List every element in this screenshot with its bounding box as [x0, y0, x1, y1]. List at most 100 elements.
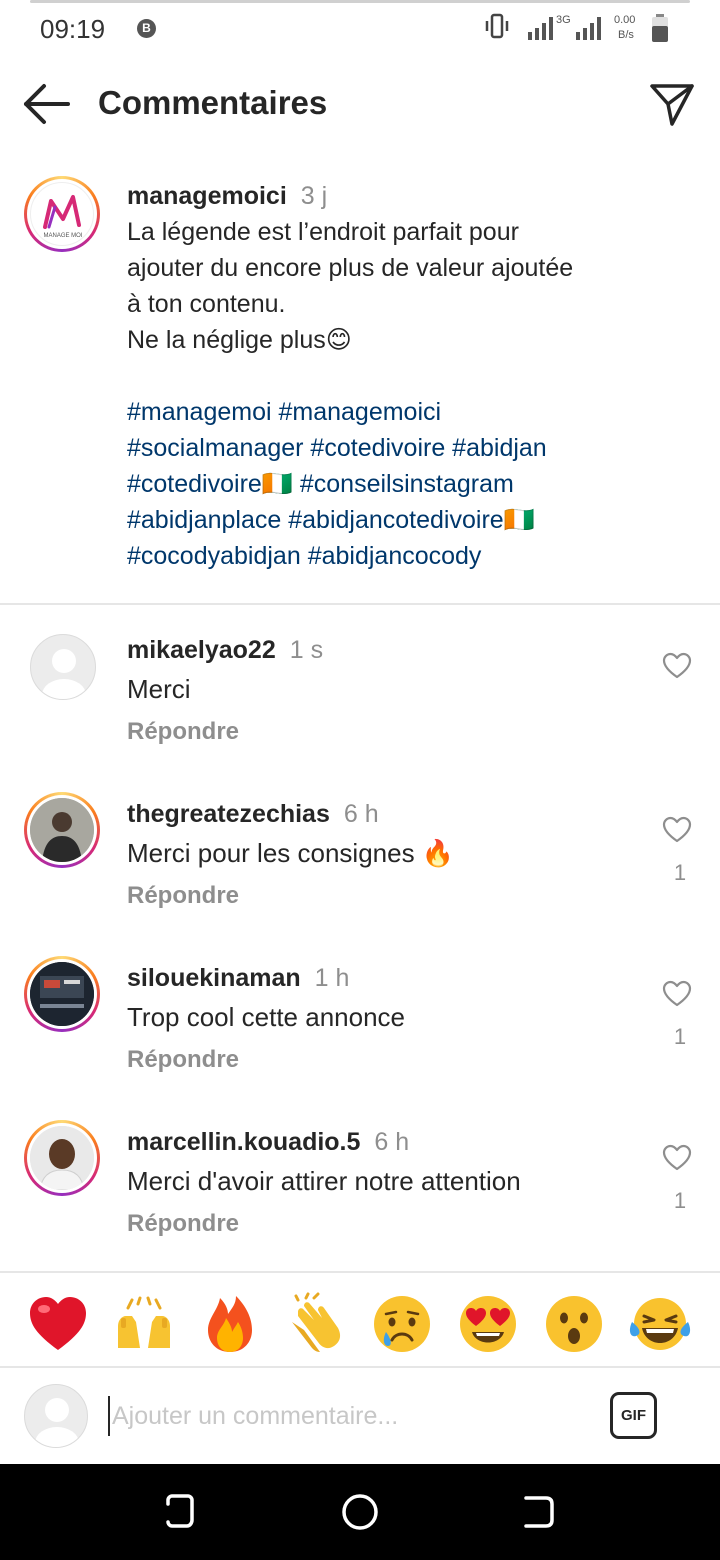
profile-photo-icon	[30, 1126, 94, 1190]
header: Commentaires	[0, 62, 720, 148]
emoji-raising-hands-button[interactable]	[112, 1292, 176, 1356]
fire-icon	[208, 1296, 252, 1352]
comment-text: Merci pour les consignes 🔥	[127, 838, 455, 868]
comment-item: mikaelyao22 1 s Merci Répondre	[0, 634, 720, 798]
comment-time: 6 h	[374, 1128, 410, 1156]
caption-time: 3 j	[300, 182, 328, 210]
comment-text: Trop cool cette annonce	[127, 1002, 405, 1032]
profile-photo-icon	[30, 962, 94, 1026]
reply-button[interactable]: Répondre	[127, 718, 239, 746]
sad-face-icon	[374, 1296, 430, 1352]
caption-divider	[0, 603, 720, 605]
emoji-heart-eyes-button[interactable]	[456, 1292, 520, 1356]
default-user-icon	[35, 1398, 79, 1447]
comment-time: 1 h	[314, 964, 350, 992]
hashtag-line[interactable]: #abidjanplace #abidjancotedivoire🇨🇮	[127, 502, 687, 538]
comment-item: silouekinaman 1 h Trop cool cette annonce…	[0, 956, 720, 1126]
reply-button[interactable]: Répondre	[127, 1210, 239, 1238]
avatar	[30, 1126, 94, 1190]
gif-button[interactable]: GIF	[610, 1392, 657, 1439]
comment-avatar[interactable]	[24, 792, 100, 868]
like-count: 1	[673, 1024, 687, 1049]
comment-composer: GIF	[0, 1370, 720, 1464]
avatar: MANAGE MOI	[30, 182, 94, 246]
raising-hands-icon	[118, 1296, 170, 1348]
heart-outline-icon	[662, 816, 692, 843]
status-icons: 3G 0.00 B/s	[484, 12, 684, 48]
avatar[interactable]	[30, 634, 96, 700]
caption-username[interactable]: managemoici	[127, 182, 287, 210]
nav-recents-button[interactable]	[160, 1492, 200, 1532]
vibrate-icon	[485, 13, 509, 39]
like-button[interactable]	[662, 816, 692, 844]
current-user-avatar	[24, 1384, 88, 1448]
hashtag-line[interactable]: #socialmanager #cotedivoire #abidjan	[127, 430, 687, 466]
comment-username[interactable]: marcellin.kouadio.5	[127, 1128, 360, 1156]
system-nav-bar	[0, 1464, 720, 1560]
surprised-face-icon	[546, 1296, 602, 1352]
hashtag-line[interactable]: #cocodyabidjan #abidjancocody	[127, 538, 687, 574]
comment-username[interactable]: mikaelyao22	[127, 636, 276, 664]
comment-time: 1 s	[289, 636, 324, 664]
home-circle-icon	[342, 1494, 378, 1530]
comment-avatar[interactable]	[24, 956, 100, 1032]
caption-line: Ne la néglige plus😊	[127, 326, 352, 354]
network-type: 3G	[556, 14, 571, 26]
hashtag-line[interactable]: #cotedivoire🇨🇮 #conseilsinstagram	[127, 466, 687, 502]
emoji-bar-divider	[0, 1271, 720, 1273]
nav-home-button[interactable]	[340, 1492, 380, 1532]
comment-header: silouekinaman 1 h	[127, 964, 349, 993]
arrow-left-icon	[24, 84, 70, 124]
comment-input[interactable]	[108, 1396, 588, 1436]
heart-outline-icon	[662, 1144, 692, 1171]
comment-text: Merci	[127, 674, 191, 704]
status-bar-edge	[30, 0, 690, 3]
comment-username[interactable]: thegreatezechias	[127, 800, 330, 828]
clapping-hands-icon	[292, 1292, 341, 1352]
nav-back-button[interactable]	[518, 1492, 558, 1532]
comment-time: 6 h	[343, 800, 379, 828]
avatar	[30, 798, 94, 862]
battery-icon	[652, 14, 668, 42]
reply-button[interactable]: Répondre	[127, 882, 239, 910]
share-button[interactable]	[646, 78, 698, 130]
like-count: 1	[673, 1188, 687, 1213]
comment-avatar[interactable]	[24, 1120, 100, 1196]
reply-button[interactable]: Répondre	[127, 1046, 239, 1074]
signal-icon	[528, 17, 553, 40]
send-icon	[650, 84, 694, 126]
status-bar: 09:19 B 3G 0.00 B/s	[0, 0, 720, 60]
notification-badge-icon: B	[137, 19, 156, 38]
emoji-clapping-button[interactable]	[284, 1292, 348, 1356]
page-title: Commentaires	[98, 84, 328, 121]
status-time: 09:19	[40, 14, 106, 44]
heart-eyes-icon	[460, 1296, 516, 1352]
network-speed-value: 0.00	[614, 14, 636, 26]
red-heart-icon	[30, 1297, 86, 1350]
hashtag-line[interactable]: #managemoi #managemoici	[127, 394, 687, 430]
like-button[interactable]	[662, 652, 692, 680]
emoji-quick-bar	[0, 1282, 720, 1368]
back-gesture-icon	[524, 1496, 554, 1528]
avatar	[30, 962, 94, 1026]
brand-logo-icon: MANAGE MOI	[43, 195, 83, 239]
caption-line: ajouter du encore plus de valeur ajoutée	[127, 254, 574, 282]
caption-text: managemoici 3 j La légende est l’endroit …	[127, 178, 687, 574]
signal-icon-2	[576, 17, 601, 40]
emoji-fire-button[interactable]	[198, 1292, 262, 1356]
profile-photo-icon	[30, 798, 94, 862]
comment-text: Merci d'avoir attirer notre attention	[127, 1166, 521, 1196]
comment-item: marcellin.kouadio.5 6 h Merci d'avoir att…	[0, 1120, 720, 1290]
comment-header: mikaelyao22 1 s	[127, 636, 323, 665]
caption-line: à ton contenu.	[127, 290, 286, 318]
emoji-sad-button[interactable]	[370, 1292, 434, 1356]
emoji-surprised-button[interactable]	[542, 1292, 606, 1356]
emoji-laughing-button[interactable]	[628, 1292, 692, 1356]
back-button[interactable]	[20, 80, 74, 128]
like-button[interactable]	[662, 980, 692, 1008]
caption-avatar[interactable]: MANAGE MOI	[24, 176, 100, 252]
comment-item: thegreatezechias 6 h Merci pour les consi…	[0, 792, 720, 962]
like-button[interactable]	[662, 1144, 692, 1172]
emoji-heart-button[interactable]	[26, 1292, 90, 1356]
comment-username[interactable]: silouekinaman	[127, 964, 301, 992]
